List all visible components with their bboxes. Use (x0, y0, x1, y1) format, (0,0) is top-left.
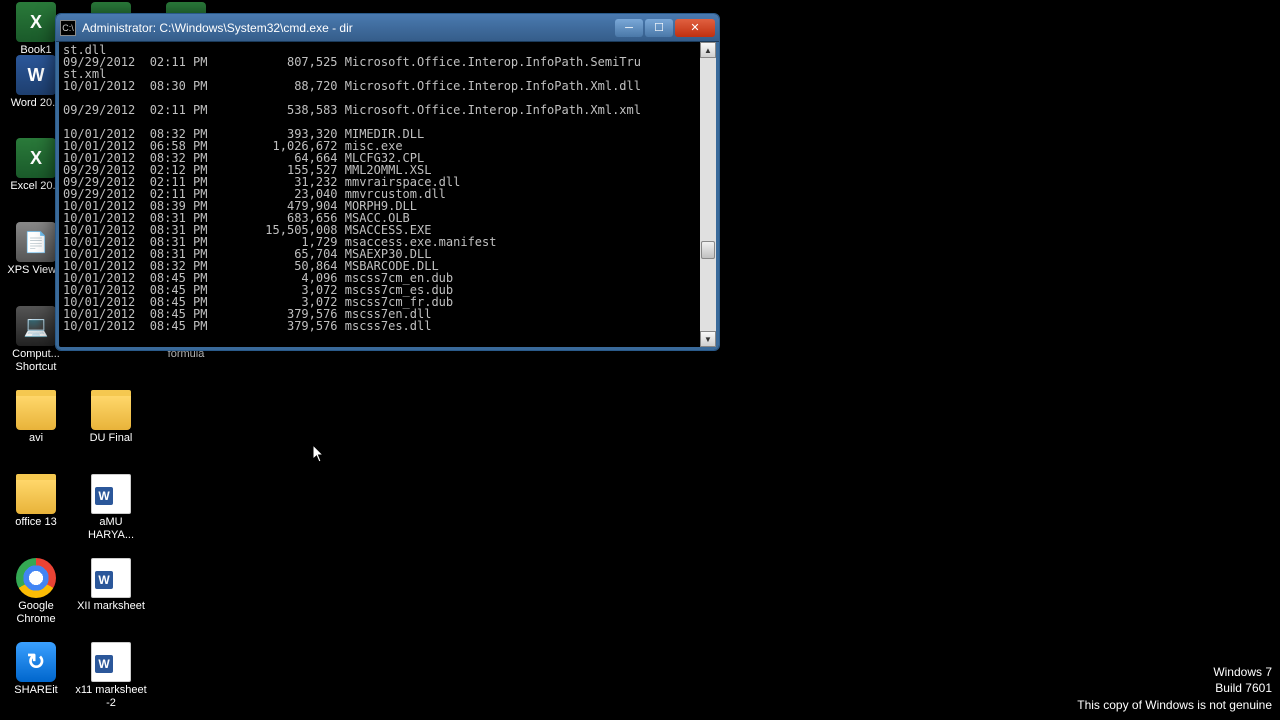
folder-icon (16, 474, 56, 514)
close-button[interactable]: ✕ (675, 19, 715, 37)
watermark-line3: This copy of Windows is not genuine (1077, 697, 1272, 714)
word-icon (16, 55, 56, 95)
xps-icon (16, 222, 56, 262)
folder-icon (91, 390, 131, 430)
desktop-icon-label: Comput... Shortcut (0, 348, 72, 374)
excel-icon (16, 2, 56, 42)
cmd-icon: C:\ (60, 20, 76, 36)
desktop-icon-label: Word 20... (11, 97, 62, 110)
shortcut-icon (16, 306, 56, 346)
scroll-track[interactable] (700, 58, 716, 331)
cmd-body: st.dll 09/29/2012 02:11 PM 807,525 Micro… (56, 42, 719, 350)
desktop-icon-label: DU Final (90, 432, 133, 445)
desktop-icon-label: aMU HARYA... (75, 516, 147, 542)
scroll-up-button[interactable]: ▲ (700, 42, 716, 58)
scroll-thumb[interactable] (701, 241, 715, 259)
worddoc-icon (91, 558, 131, 598)
scrollbar[interactable]: ▲ ▼ (700, 42, 716, 347)
desktop-icon-shareit[interactable]: SHAREit (0, 642, 72, 697)
desktop-icon-label: office 13 (15, 516, 56, 529)
watermark-line1: Windows 7 (1077, 664, 1272, 681)
chrome-icon (16, 558, 56, 598)
windows-watermark: Windows 7 Build 7601 This copy of Window… (1077, 664, 1272, 714)
cmd-titlebar[interactable]: C:\ Administrator: C:\Windows\System32\c… (56, 14, 719, 42)
desktop-icon-x11[interactable]: x11 marksheet -2 (75, 642, 147, 710)
desktop-icon-amu[interactable]: aMU HARYA... (75, 474, 147, 542)
desktop-icon-label: Google Chrome (0, 600, 72, 626)
desktop-icon-label: SHAREit (14, 684, 57, 697)
excel-icon (16, 138, 56, 178)
desktop-icon-label: x11 marksheet -2 (75, 684, 147, 710)
desktop-icon-label: avi (29, 432, 43, 445)
desktop-icon-label: Excel 20... (10, 180, 61, 193)
scroll-down-button[interactable]: ▼ (700, 331, 716, 347)
minimize-button[interactable]: ─ (615, 19, 643, 37)
worddoc-icon (91, 474, 131, 514)
desktop-icon-dufinal[interactable]: DU Final (75, 390, 147, 445)
desktop-icon-label: XII marksheet (77, 600, 145, 613)
folder-icon (16, 390, 56, 430)
maximize-button[interactable]: ☐ (645, 19, 673, 37)
desktop-icon-office13[interactable]: office 13 (0, 474, 72, 529)
watermark-line2: Build 7601 (1077, 680, 1272, 697)
cmd-window[interactable]: C:\ Administrator: C:\Windows\System32\c… (55, 13, 720, 351)
shareit-icon (16, 642, 56, 682)
cmd-title: Administrator: C:\Windows\System32\cmd.e… (82, 21, 615, 35)
worddoc-icon (91, 642, 131, 682)
cmd-output[interactable]: st.dll 09/29/2012 02:11 PM 807,525 Micro… (59, 42, 700, 347)
desktop-icon-chrome[interactable]: Google Chrome (0, 558, 72, 626)
desktop-icon-avi[interactable]: avi (0, 390, 72, 445)
window-controls: ─ ☐ ✕ (615, 19, 715, 37)
desktop-icon-xii[interactable]: XII marksheet (75, 558, 147, 613)
